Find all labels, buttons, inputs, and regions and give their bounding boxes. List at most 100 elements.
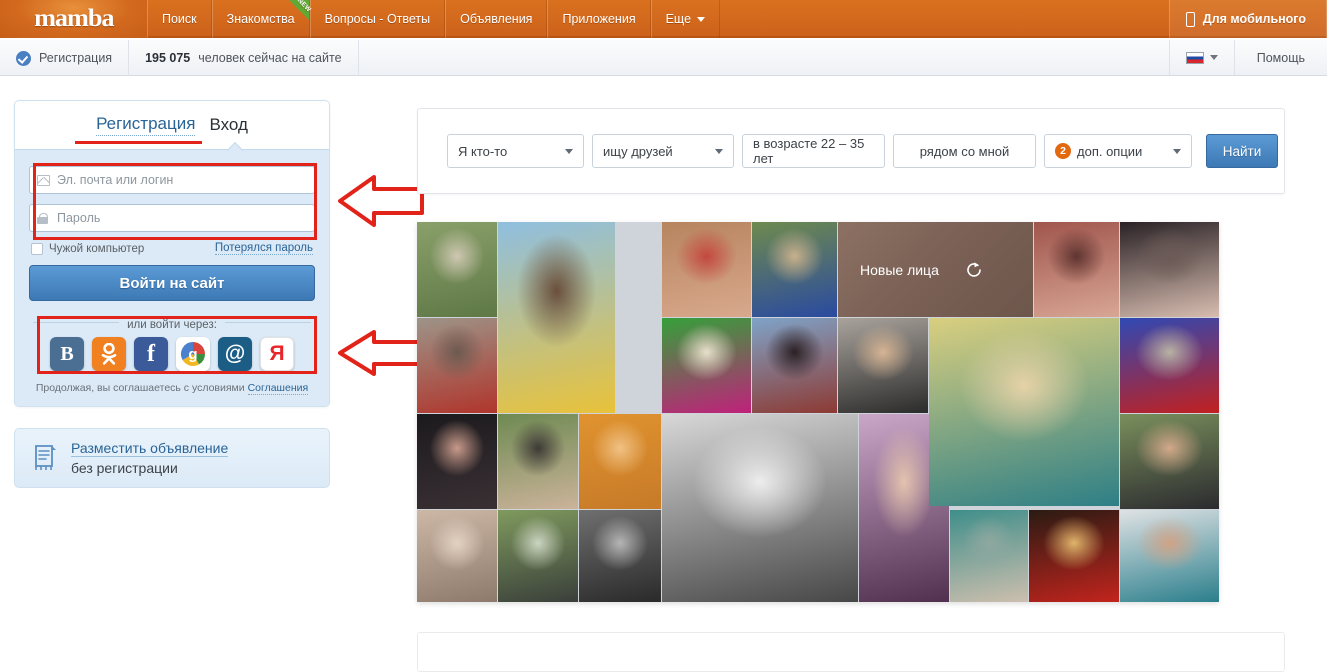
search-extra-options-dropdown[interactable]: 2 доп. опции: [1044, 134, 1192, 168]
profile-photo: [662, 222, 751, 317]
profile-photo-tile[interactable]: [417, 318, 497, 413]
profile-photo-tile[interactable]: [417, 414, 497, 509]
post-ad-card[interactable]: Разместить объявление без регистрации: [14, 428, 330, 488]
bottom-content-panel: [417, 632, 1285, 672]
help-link[interactable]: Помощь: [1235, 40, 1327, 75]
social-divider: или войти через:: [29, 315, 315, 331]
search-seeking-dropdown[interactable]: ищу друзей: [592, 134, 734, 168]
annotation-arrow-credentials: [338, 175, 424, 227]
fb-glyph: f: [147, 340, 155, 367]
email-input[interactable]: [57, 173, 307, 187]
profile-photo-tile[interactable]: [1034, 222, 1119, 317]
russian-flag-icon: [1185, 51, 1204, 64]
forgot-password-link[interactable]: Потерялся пароль: [214, 242, 313, 255]
nav-item-apps[interactable]: Приложения: [547, 0, 651, 38]
profile-photo: [838, 318, 928, 413]
tab-login[interactable]: Вход: [209, 115, 247, 136]
profile-photo-tile[interactable]: [929, 318, 1119, 506]
tab-register[interactable]: Регистрация: [96, 114, 196, 136]
mail-ru-icon[interactable]: @: [218, 337, 252, 371]
profile-photo-tile[interactable]: [662, 318, 751, 413]
terms-link[interactable]: Соглашения: [247, 382, 309, 395]
social-divider-label: или войти через:: [119, 319, 225, 331]
profile-photo-tile[interactable]: [752, 318, 837, 413]
profile-photo-tile[interactable]: [579, 414, 661, 509]
profile-photo: [1120, 414, 1219, 509]
login-submit-button[interactable]: Войти на сайт: [29, 265, 315, 301]
checkbox-box[interactable]: [31, 242, 43, 255]
profile-photo-tile[interactable]: [1120, 414, 1219, 509]
nav-item-ads[interactable]: Объявления: [445, 0, 548, 38]
profile-photo-tile[interactable]: [752, 222, 837, 317]
search-who-dropdown[interactable]: Я кто-то: [447, 134, 584, 168]
terms-agreement-text: Продолжая, вы соглашаетесь с условиями С…: [29, 382, 315, 395]
profile-photo-tile[interactable]: [662, 222, 751, 317]
google-plus-icon[interactable]: g: [176, 337, 210, 371]
nav-item-questions-answers[interactable]: Вопросы - Ответы: [309, 0, 446, 38]
profile-photo: [579, 414, 661, 509]
nav-item-dating[interactable]: Знакомства NEW: [211, 0, 312, 38]
profile-photo-tile[interactable]: [579, 510, 661, 602]
register-link[interactable]: Регистрация: [0, 40, 130, 76]
search-location-field[interactable]: рядом со мной: [893, 134, 1036, 168]
check-circle-icon: [16, 50, 31, 66]
profile-photo: [662, 318, 751, 413]
nav-item-search[interactable]: Поиск: [147, 0, 212, 38]
online-users-counter: 195 075 человек сейчас на сайте: [129, 40, 359, 76]
odnoklassniki-icon[interactable]: [92, 337, 126, 371]
new-faces-tile[interactable]: Новые лица: [838, 222, 1033, 317]
profile-photo-tile[interactable]: [498, 510, 578, 602]
language-selector[interactable]: [1170, 40, 1235, 75]
logo-text: mamba: [33, 5, 114, 32]
profile-photo-tile[interactable]: [1029, 510, 1119, 602]
profile-photo: [498, 222, 615, 413]
vkontakte-icon[interactable]: B: [50, 337, 84, 371]
annotation-arrow-social: [338, 330, 424, 376]
post-ad-title[interactable]: Разместить объявление: [71, 440, 229, 457]
nav-item-more[interactable]: Еще: [650, 0, 721, 38]
online-count-value: 195 075: [145, 51, 191, 65]
login-form-panel: Чужой компьютер Потерялся пароль Войти н…: [15, 149, 329, 406]
profile-photo: [662, 414, 858, 602]
search-age-field[interactable]: в возрасте 22 – 35 лет: [742, 134, 885, 168]
profile-photo: [1029, 510, 1119, 602]
profile-photo-tile[interactable]: [1120, 510, 1219, 602]
chevron-down-icon: [715, 148, 723, 154]
photo-mosaic-grid: Новые лица: [417, 222, 1219, 602]
profile-photo-tile[interactable]: [498, 414, 578, 509]
mail-glyph: @: [224, 342, 246, 365]
profile-photo-tile[interactable]: [950, 510, 1028, 602]
profile-photo-tile[interactable]: [662, 414, 858, 602]
profile-photo-tile[interactable]: [417, 222, 497, 317]
search-seeking-value: ищу друзей: [603, 143, 673, 159]
chevron-down-icon: [697, 16, 706, 22]
refresh-icon[interactable]: [965, 261, 983, 279]
profile-photo-tile[interactable]: [498, 222, 615, 413]
register-label: Регистрация: [39, 51, 113, 65]
subbar-right-group: Помощь: [1168, 40, 1327, 75]
email-field-wrapper[interactable]: [29, 166, 315, 194]
yandex-glyph: Я: [269, 342, 285, 365]
facebook-icon[interactable]: f: [134, 337, 168, 371]
chevron-down-icon: [1209, 55, 1218, 60]
extra-options-count-badge: 2: [1055, 143, 1071, 159]
yandex-icon[interactable]: Я: [260, 337, 294, 371]
nav-label: Приложения: [562, 12, 636, 26]
nav-label: Вопросы - Ответы: [324, 12, 431, 26]
lock-icon: [37, 212, 50, 224]
site-logo[interactable]: mamba: [0, 0, 147, 38]
password-input[interactable]: [57, 211, 307, 225]
profile-photo: [498, 414, 578, 509]
password-field-wrapper[interactable]: [29, 204, 315, 232]
profile-photo-tile[interactable]: [417, 510, 497, 602]
mobile-app-button[interactable]: Для мобильного: [1168, 0, 1327, 38]
profile-photo: [417, 414, 497, 509]
profile-photo: [1120, 510, 1219, 602]
shared-computer-checkbox[interactable]: Чужой компьютер: [31, 242, 144, 255]
profile-photo-tile[interactable]: [1120, 318, 1219, 413]
profile-photo-tile[interactable]: [838, 318, 928, 413]
search-submit-button[interactable]: Найти: [1206, 134, 1278, 168]
profile-photo: [417, 318, 497, 413]
profile-photo-tile[interactable]: [1120, 222, 1219, 317]
